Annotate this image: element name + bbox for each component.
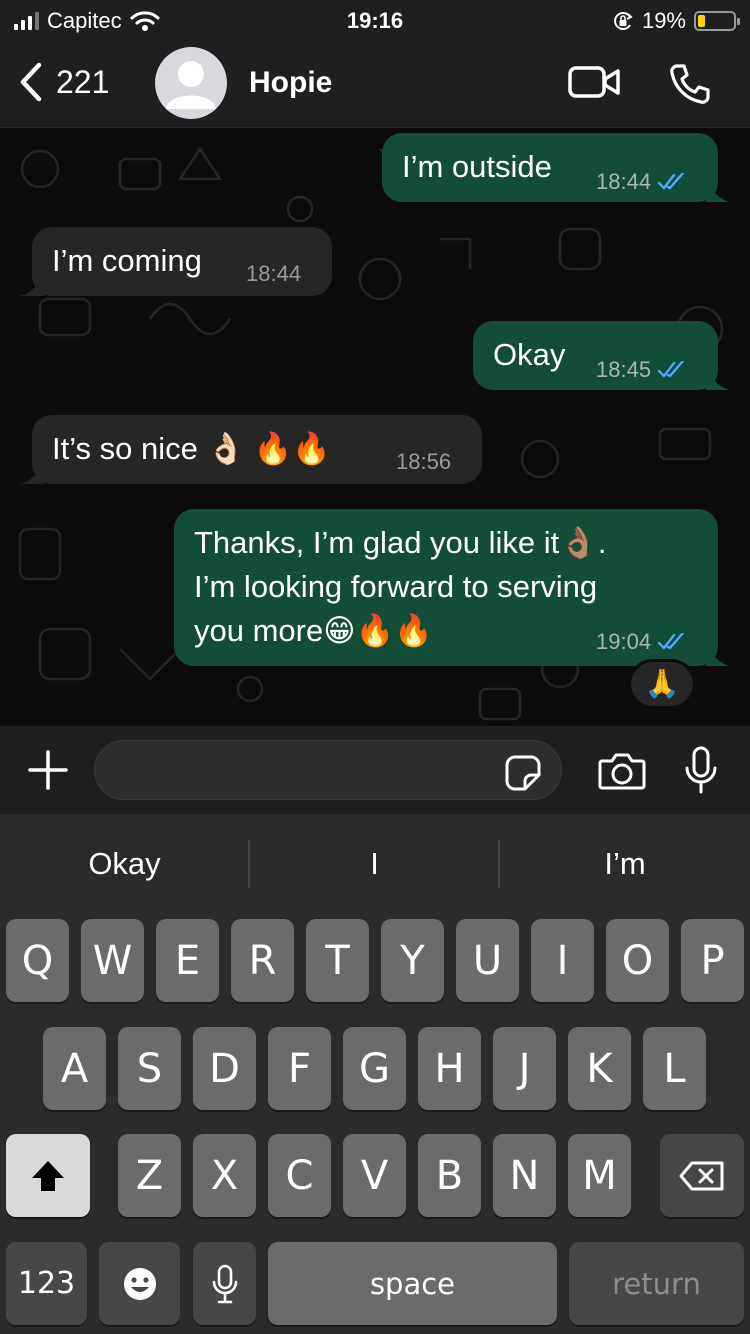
key-f[interactable]: F <box>268 1027 331 1110</box>
space-key[interactable]: space <box>268 1242 557 1325</box>
battery-icon <box>694 11 740 31</box>
backspace-key[interactable] <box>660 1134 744 1217</box>
sticker-icon[interactable] <box>505 755 541 791</box>
avatar-placeholder-icon <box>166 61 216 109</box>
message-bubble-incoming[interactable]: It’s so nice 👌🏻 🔥🔥 18:56 <box>20 415 482 484</box>
dictation-key[interactable] <box>193 1242 256 1325</box>
message-meta: 18:44 <box>246 261 301 287</box>
message-text: I’m outside <box>402 149 552 184</box>
message-meta: 18:56 <box>396 449 451 475</box>
key-t[interactable]: T <box>306 919 369 1002</box>
key-o[interactable]: O <box>606 919 669 1002</box>
plus-icon[interactable] <box>28 750 68 790</box>
message-text: Okay <box>493 337 566 372</box>
message-bubble-outgoing[interactable]: Okay 18:45 <box>473 321 730 390</box>
chat-header: 221 Hopie <box>0 44 750 128</box>
read-ticks-icon <box>657 633 685 650</box>
key-e[interactable]: E <box>156 919 219 1002</box>
message-bubble-outgoing[interactable]: Thanks, I’m glad you like it👌🏽. I’m look… <box>174 509 730 666</box>
message-text: I’m coming <box>52 243 202 278</box>
message-time: 18:45 <box>596 357 652 382</box>
emoji-key[interactable] <box>99 1242 180 1325</box>
backspace-icon <box>679 1161 724 1190</box>
message-meta: 18:45 <box>596 357 687 383</box>
key-a[interactable]: A <box>43 1027 106 1110</box>
back-button[interactable]: 221 <box>18 62 109 102</box>
message-input[interactable] <box>94 740 562 800</box>
suggestion-3[interactable]: I’m <box>500 814 750 914</box>
return-key[interactable]: return <box>569 1242 744 1325</box>
suggestion-1[interactable]: Okay <box>0 814 249 914</box>
key-z[interactable]: Z <box>118 1134 181 1217</box>
key-m[interactable]: M <box>568 1134 631 1217</box>
key-n[interactable]: N <box>493 1134 556 1217</box>
message-reaction[interactable]: 🙏 <box>628 659 696 709</box>
suggestion-2[interactable]: I <box>250 814 499 914</box>
key-b[interactable]: B <box>418 1134 481 1217</box>
unread-count: 221 <box>56 63 110 100</box>
key-q[interactable]: Q <box>6 919 69 1002</box>
message-bubble-incoming[interactable]: I’m coming 18:44 <box>20 227 332 296</box>
key-p[interactable]: P <box>681 919 744 1002</box>
message-time: 18:44 <box>246 261 302 286</box>
bubble-tail <box>706 646 730 666</box>
emoji-icon <box>123 1267 156 1300</box>
composer-bar <box>0 726 750 814</box>
read-ticks-icon <box>657 173 685 190</box>
message-line-3: you more😁🔥🔥 <box>194 613 433 648</box>
shift-icon <box>32 1160 64 1191</box>
message-text: It’s so nice 👌🏻 🔥🔥 <box>52 431 331 466</box>
message-line-2: I’m looking forward to serving <box>194 569 598 604</box>
key-l[interactable]: L <box>643 1027 706 1110</box>
key-k[interactable]: K <box>568 1027 631 1110</box>
chevron-left-icon <box>20 62 42 102</box>
dictation-mic-icon <box>212 1264 237 1303</box>
camera-icon[interactable] <box>598 752 646 790</box>
key-d[interactable]: D <box>193 1027 256 1110</box>
key-s[interactable]: S <box>118 1027 181 1110</box>
status-bar: Capitec 19:16 19% <box>0 0 750 44</box>
key-w[interactable]: W <box>81 919 144 1002</box>
suggestion-bar: Okay I I’m <box>0 814 750 914</box>
keyboard: Okay I I’m Q W E R T Y U I O P A S D F G… <box>0 814 750 1334</box>
message-time: 19:04 <box>596 629 652 654</box>
key-j[interactable]: J <box>493 1027 556 1110</box>
message-time: 18:56 <box>396 449 452 474</box>
key-x[interactable]: X <box>193 1134 256 1217</box>
message-line-1: Thanks, I’m glad you like it👌🏽. <box>194 525 607 560</box>
read-ticks-icon <box>657 361 685 378</box>
orientation-lock-icon <box>614 12 633 30</box>
key-y[interactable]: Y <box>381 919 444 1002</box>
key-u[interactable]: U <box>456 919 519 1002</box>
message-time: 18:44 <box>596 169 652 194</box>
numbers-key[interactable]: 123 <box>6 1242 87 1325</box>
key-i[interactable]: I <box>531 919 594 1002</box>
bubble-tail <box>20 464 44 484</box>
bubble-tail <box>706 182 730 202</box>
key-g[interactable]: G <box>343 1027 406 1110</box>
avatar[interactable] <box>155 47 227 119</box>
phone-icon[interactable] <box>668 62 712 106</box>
battery-percent: 19% <box>641 8 686 33</box>
key-v[interactable]: V <box>343 1134 406 1217</box>
video-call-icon[interactable] <box>568 64 622 100</box>
chat-area[interactable]: I’m outside 18:44 I’m coming 18:44 Okay … <box>0 129 750 726</box>
message-bubble-outgoing[interactable]: I’m outside 18:44 <box>382 133 730 202</box>
message-meta: 18:44 <box>596 169 687 195</box>
key-c[interactable]: C <box>268 1134 331 1217</box>
status-right: 19% <box>612 8 740 34</box>
contact-name[interactable]: Hopie <box>249 66 332 100</box>
message-meta: 19:04 <box>596 629 687 655</box>
bubble-tail <box>706 370 730 390</box>
microphone-icon[interactable] <box>684 746 718 794</box>
bubble-tail <box>20 276 44 296</box>
key-r[interactable]: R <box>231 919 294 1002</box>
shift-key[interactable] <box>6 1134 90 1217</box>
key-h[interactable]: H <box>418 1027 481 1110</box>
